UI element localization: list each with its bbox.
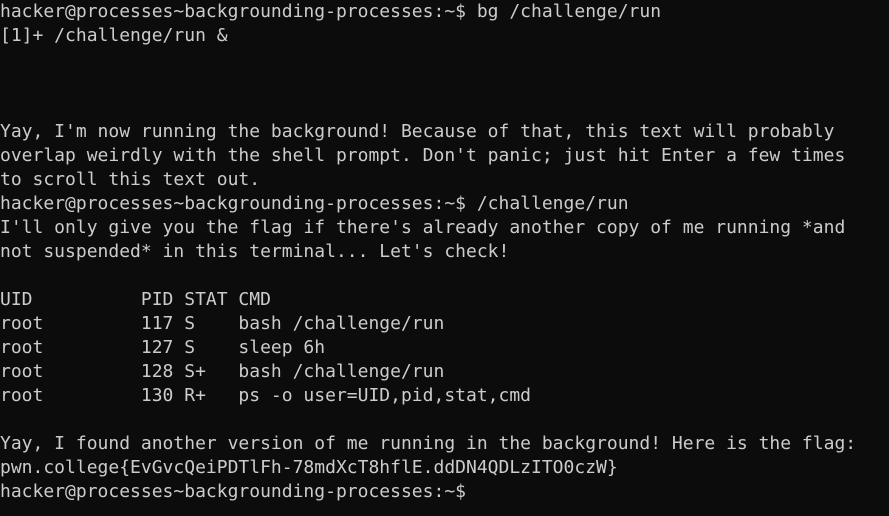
text-cursor	[477, 480, 487, 500]
process-table-row: root 117 S bash /challenge/run	[0, 313, 445, 334]
process-table-header: UID PID STAT CMD	[0, 289, 271, 310]
prompt-text: hacker@processes~backgrounding-processes…	[0, 481, 477, 502]
terminal-line: Yay, I'm now running the background! Bec…	[0, 121, 835, 142]
terminal-line: hacker@processes~backgrounding-processes…	[0, 1, 662, 22]
terminal-line: to scroll this text out.	[0, 169, 261, 190]
terminal-line: Yay, I found another version of me runni…	[0, 433, 857, 454]
terminal-line: hacker@processes~backgrounding-processes…	[0, 193, 629, 214]
terminal-line: overlap weirdly with the shell prompt. D…	[0, 145, 846, 166]
process-table-row: root 127 S sleep 6h	[0, 337, 326, 358]
terminal-line: I'll only give you the flag if there's a…	[0, 217, 846, 238]
terminal-window[interactable]: hacker@processes~backgrounding-processes…	[0, 0, 889, 516]
flag-output: pwn.college{EvGvcQeiPDTlFh-78mdXcT8hflE.…	[0, 457, 618, 478]
terminal-line: not suspended* in this terminal... Let's…	[0, 241, 510, 262]
process-table-row: root 128 S+ bash /challenge/run	[0, 361, 445, 382]
terminal-line: [1]+ /challenge/run &	[0, 25, 228, 46]
process-table-row: root 130 R+ ps -o user=UID,pid,stat,cmd	[0, 385, 532, 406]
shell-prompt[interactable]: hacker@processes~backgrounding-processes…	[0, 480, 889, 504]
